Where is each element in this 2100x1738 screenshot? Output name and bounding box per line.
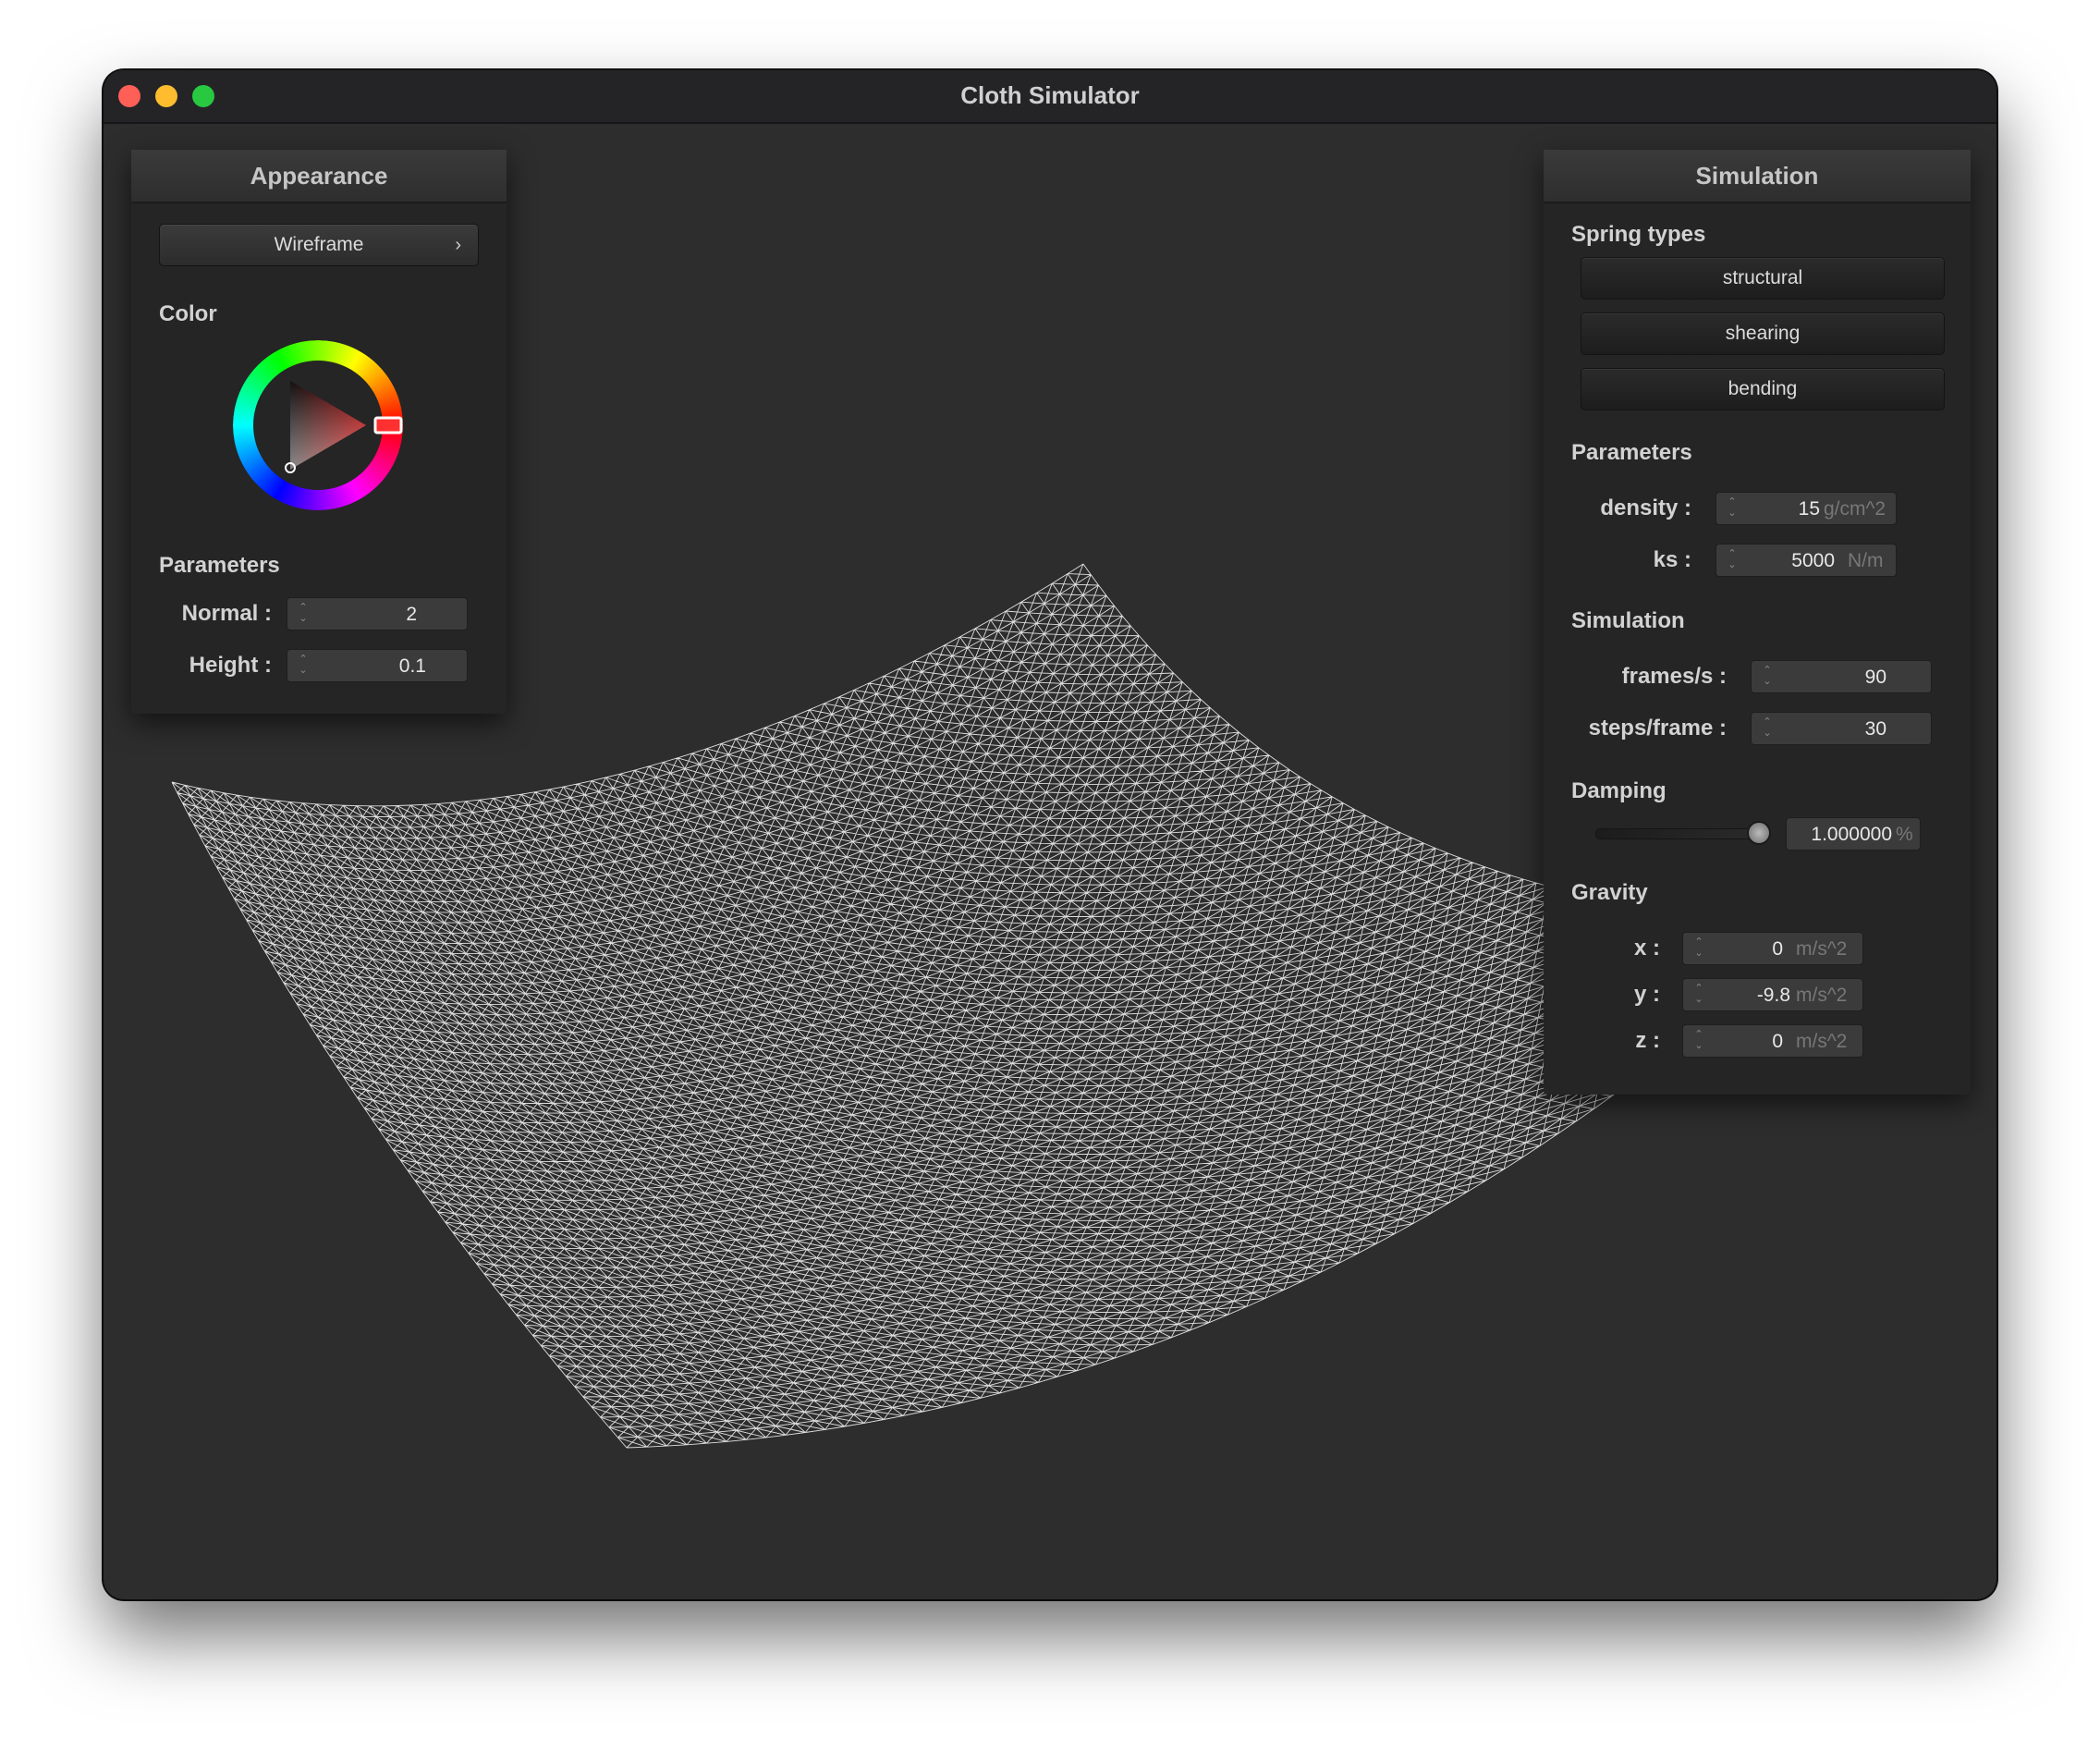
spring-bending-button[interactable]: bending xyxy=(1581,368,1945,410)
height-label: Height : xyxy=(189,653,272,678)
spinner-arrows-icon[interactable]: ⌃ ⌄ xyxy=(1692,936,1705,961)
gravity-x-value: 0 xyxy=(1772,938,1783,960)
spinner-arrows-icon[interactable]: ⌃ ⌄ xyxy=(1692,983,1705,1007)
gravity-x-field[interactable]: ⌃ ⌄ 0 m/s^2 xyxy=(1682,932,1863,965)
spring-structural-button[interactable]: structural xyxy=(1581,257,1945,300)
spinner-arrows-icon[interactable]: ⌃ ⌄ xyxy=(1726,496,1739,520)
fps-field[interactable]: ⌃ ⌄ 90 xyxy=(1751,660,1932,693)
normal-value: 2 xyxy=(406,604,417,625)
sim-parameters-label: Parameters xyxy=(1571,440,1692,465)
gravity-label: Gravity xyxy=(1571,880,1648,905)
gravity-y-field[interactable]: ⌃ ⌄ -9.8 m/s^2 xyxy=(1682,978,1863,1011)
damping-value: 1.000000 xyxy=(1811,824,1892,845)
app-window: Cloth Simulator Appearance Wireframe › C… xyxy=(104,70,1996,1599)
height-value: 0.1 xyxy=(398,655,426,677)
title-bar: Cloth Simulator xyxy=(104,70,1996,124)
gravity-z-value: 0 xyxy=(1772,1031,1783,1052)
color-label: Color xyxy=(159,301,217,326)
damping-slider[interactable] xyxy=(1595,828,1762,839)
damping-unit: % xyxy=(1896,824,1913,845)
spinner-arrows-icon[interactable]: ⌃ ⌄ xyxy=(297,602,310,626)
spinner-arrows-icon[interactable]: ⌃ ⌄ xyxy=(1761,665,1774,689)
fps-value: 90 xyxy=(1864,667,1886,688)
normal-label: Normal : xyxy=(181,601,272,626)
render-viewport[interactable]: Appearance Wireframe › Color Parameters … xyxy=(104,124,1996,1599)
gravity-y-value: -9.8 xyxy=(1756,985,1790,1006)
spinner-arrows-icon[interactable]: ⌃ ⌄ xyxy=(1726,548,1739,572)
ks-label: ks : xyxy=(1653,547,1691,572)
spinner-arrows-icon[interactable]: ⌃ ⌄ xyxy=(1692,1029,1705,1053)
fps-label: frames/s : xyxy=(1621,664,1727,689)
shader-selector-label: Wireframe xyxy=(274,234,364,255)
density-unit: g/cm^2 xyxy=(1824,498,1886,520)
steps-value: 30 xyxy=(1864,718,1886,740)
gravity-x-label: x : xyxy=(1633,936,1660,961)
spinner-arrows-icon[interactable]: ⌃ ⌄ xyxy=(1761,716,1774,740)
window-title: Cloth Simulator xyxy=(960,81,1140,109)
density-value: 15 xyxy=(1798,498,1820,520)
damping-field[interactable]: 1.000000 % xyxy=(1786,817,1921,851)
simulation-header: Simulation xyxy=(1544,150,1971,203)
spring-shearing-button[interactable]: shearing xyxy=(1581,312,1945,355)
damping-label: Damping xyxy=(1571,778,1667,803)
chevron-right-icon: › xyxy=(455,235,461,255)
steps-field[interactable]: ⌃ ⌄ 30 xyxy=(1751,712,1932,745)
gravity-z-field[interactable]: ⌃ ⌄ 0 m/s^2 xyxy=(1682,1024,1863,1058)
gravity-y-unit: m/s^2 xyxy=(1796,985,1848,1006)
appearance-panel: Appearance Wireframe › Color Parameters … xyxy=(131,150,507,714)
ks-field[interactable]: ⌃ ⌄ 5000 N/m xyxy=(1715,544,1897,577)
ks-unit: N/m xyxy=(1848,550,1884,571)
height-field[interactable]: ⌃ ⌄ 0.1 xyxy=(287,649,468,682)
ks-value: 5000 xyxy=(1791,550,1835,571)
simulation-panel: Simulation Spring types structural shear… xyxy=(1544,150,1971,1095)
density-field[interactable]: ⌃ ⌄ 15 g/cm^2 xyxy=(1715,492,1897,525)
damping-slider-knob[interactable] xyxy=(1747,821,1771,845)
gravity-y-label: y : xyxy=(1633,982,1660,1007)
density-label: density : xyxy=(1600,496,1691,520)
shader-selector[interactable]: Wireframe › xyxy=(159,224,479,266)
steps-label: steps/frame : xyxy=(1588,716,1727,740)
gravity-z-unit: m/s^2 xyxy=(1796,1031,1848,1052)
normal-field[interactable]: ⌃ ⌄ 2 xyxy=(287,597,468,630)
spring-types-label: Spring types xyxy=(1571,222,1706,247)
gravity-x-unit: m/s^2 xyxy=(1796,938,1848,960)
appearance-header: Appearance xyxy=(131,150,507,203)
spinner-arrows-icon[interactable]: ⌃ ⌄ xyxy=(297,654,310,678)
appearance-parameters-label: Parameters xyxy=(159,553,280,578)
simulation-section-label: Simulation xyxy=(1571,608,1685,633)
color-wheel-icon[interactable] xyxy=(233,340,403,510)
gravity-z-label: z : xyxy=(1635,1028,1660,1053)
